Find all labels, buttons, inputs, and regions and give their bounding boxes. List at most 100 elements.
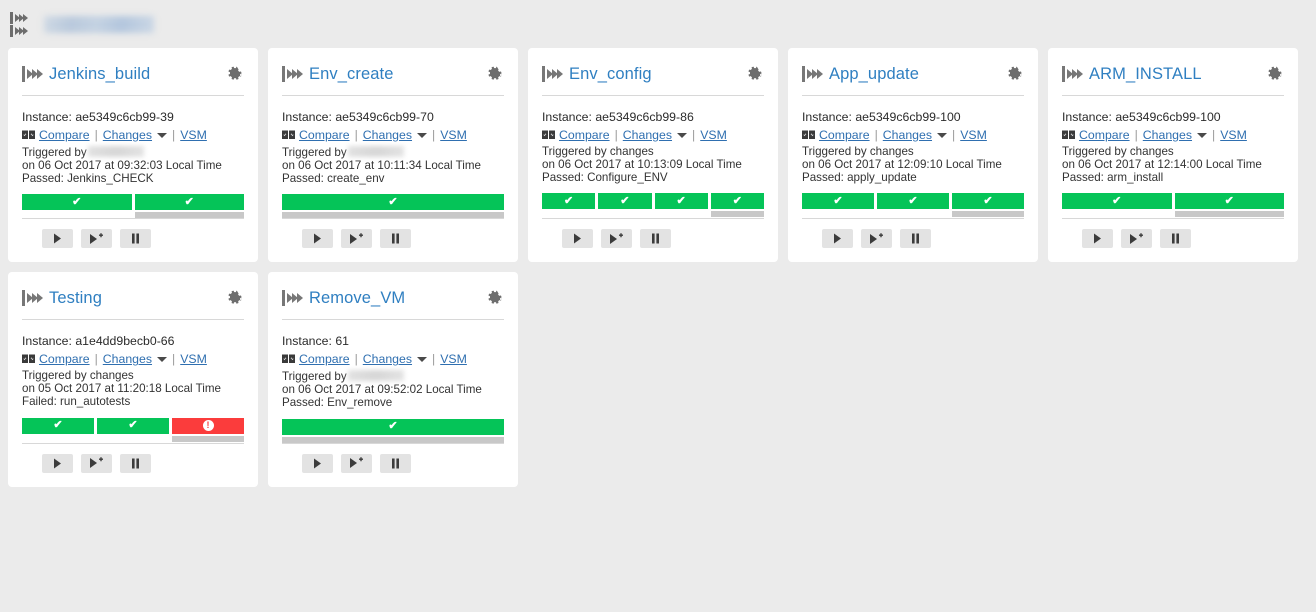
pipeline-name[interactable]: Env_config — [569, 65, 746, 84]
gear-icon[interactable] — [1266, 65, 1284, 83]
pause-button[interactable] — [640, 229, 671, 249]
link-separator: | — [354, 352, 358, 367]
stage-status-bar[interactable]: ✔ — [542, 193, 596, 210]
pipeline-name[interactable]: ARM_INSTALL — [1089, 65, 1266, 84]
play-button[interactable] — [562, 229, 593, 249]
changes-link[interactable]: Changes — [103, 352, 152, 366]
vsm-link[interactable]: VSM — [180, 352, 207, 366]
stage-status-bar[interactable]: ✔ — [802, 193, 874, 210]
stage[interactable]: ✔ — [282, 418, 504, 443]
play-with-options-button[interactable] — [341, 453, 372, 473]
vsm-link[interactable]: VSM — [180, 128, 207, 142]
vsm-link[interactable]: VSM — [1220, 128, 1247, 142]
play-with-options-button[interactable] — [81, 229, 112, 249]
stage-status-bar[interactable]: ✔ — [97, 417, 169, 434]
stage-status-bar[interactable]: ✔ — [1062, 193, 1172, 210]
play-button[interactable] — [42, 229, 73, 249]
chevron-down-icon[interactable] — [1197, 132, 1208, 138]
pipeline-name[interactable]: Remove_VM — [309, 289, 486, 308]
chevron-down-icon[interactable] — [417, 356, 428, 362]
stage-status-bar[interactable]: ✔ — [22, 194, 132, 211]
changes-link[interactable]: Changes — [363, 128, 412, 142]
compare-link[interactable]: Compare — [39, 128, 90, 142]
pipeline-icon — [802, 66, 823, 82]
stage[interactable]: ✔ — [134, 194, 244, 219]
stage-status-bar[interactable]: ✔ — [282, 194, 504, 211]
gear-icon[interactable] — [486, 65, 504, 83]
changes-link[interactable]: Changes — [363, 352, 412, 366]
pipeline-name[interactable]: Env_create — [309, 65, 486, 84]
pause-button[interactable] — [380, 453, 411, 473]
stage[interactable]: ✔ — [802, 193, 874, 217]
changes-link[interactable]: Changes — [883, 128, 932, 142]
stage[interactable]: ✔ — [877, 193, 949, 217]
chevron-down-icon[interactable] — [417, 132, 428, 138]
stage-status-bar[interactable]: ✔ — [134, 194, 244, 211]
pipeline-name[interactable]: App_update — [829, 65, 1006, 84]
vsm-link[interactable]: VSM — [440, 352, 467, 366]
vsm-link[interactable]: VSM — [440, 128, 467, 142]
compare-link[interactable]: Compare — [559, 128, 610, 142]
pause-button[interactable] — [900, 229, 931, 249]
compare-link[interactable]: Compare — [299, 128, 350, 142]
chevron-down-icon[interactable] — [157, 356, 168, 362]
changes-link[interactable]: Changes — [1143, 128, 1192, 142]
stage[interactable]: ✔ — [282, 194, 504, 219]
pause-button[interactable] — [1160, 229, 1191, 249]
chevron-down-icon[interactable] — [677, 132, 688, 138]
stage[interactable]: ✔ — [654, 193, 708, 217]
stage[interactable]: ✔ — [542, 193, 596, 217]
play-with-options-button[interactable] — [1121, 229, 1152, 249]
chevron-down-icon[interactable] — [937, 132, 948, 138]
stage[interactable]: ✔ — [710, 193, 764, 218]
play-with-options-button[interactable] — [861, 229, 892, 249]
stage-status-bar[interactable]: ✔ — [1174, 193, 1284, 210]
pipeline-name[interactable]: Testing — [49, 289, 226, 308]
stage[interactable]: ✔ — [952, 193, 1024, 218]
play-button[interactable] — [302, 229, 333, 249]
compare-link[interactable]: Compare — [39, 352, 90, 366]
compare-link[interactable]: Compare — [1079, 128, 1130, 142]
play-with-options-button[interactable] — [81, 453, 112, 473]
pipeline-name[interactable]: Jenkins_build — [49, 65, 226, 84]
chevron-down-icon[interactable] — [157, 132, 168, 138]
stage-status-bar[interactable]: ✔ — [22, 417, 94, 434]
gear-icon[interactable] — [226, 289, 244, 307]
gear-icon[interactable] — [486, 289, 504, 307]
gear-icon[interactable] — [226, 65, 244, 83]
stage-status-bar[interactable]: ! — [172, 417, 244, 434]
play-button[interactable] — [302, 453, 333, 473]
stage[interactable]: ✔ — [598, 193, 652, 217]
stage[interactable]: ! — [172, 417, 244, 442]
pause-button[interactable] — [380, 229, 411, 249]
compare-link[interactable]: Compare — [819, 128, 870, 142]
changes-link[interactable]: Changes — [103, 128, 152, 142]
stage[interactable]: ✔ — [97, 417, 169, 442]
compare-icon — [1062, 130, 1075, 140]
vsm-link[interactable]: VSM — [960, 128, 987, 142]
stage-status-bar[interactable]: ✔ — [877, 193, 949, 210]
stage-status-bar[interactable]: ✔ — [710, 193, 764, 210]
pause-button[interactable] — [120, 229, 151, 249]
stage-status-bar[interactable]: ✔ — [282, 418, 504, 435]
play-with-options-button[interactable] — [341, 229, 372, 249]
stage[interactable]: ✔ — [1174, 193, 1284, 218]
play-icon — [313, 233, 322, 244]
pause-button[interactable] — [120, 453, 151, 473]
play-button[interactable] — [822, 229, 853, 249]
stage-status-bar[interactable]: ✔ — [598, 193, 652, 210]
play-button[interactable] — [42, 453, 73, 473]
gear-icon[interactable] — [746, 65, 764, 83]
stage-status-bar[interactable]: ✔ — [654, 193, 708, 210]
pipeline-logo-icon[interactable] — [10, 9, 36, 39]
vsm-link[interactable]: VSM — [700, 128, 727, 142]
gear-icon[interactable] — [1006, 65, 1024, 83]
stage[interactable]: ✔ — [22, 194, 132, 218]
stage-status-bar[interactable]: ✔ — [952, 193, 1024, 210]
stage[interactable]: ✔ — [1062, 193, 1172, 217]
play-with-options-button[interactable] — [601, 229, 632, 249]
changes-link[interactable]: Changes — [623, 128, 672, 142]
play-button[interactable] — [1082, 229, 1113, 249]
compare-link[interactable]: Compare — [299, 352, 350, 366]
stage[interactable]: ✔ — [22, 417, 94, 442]
